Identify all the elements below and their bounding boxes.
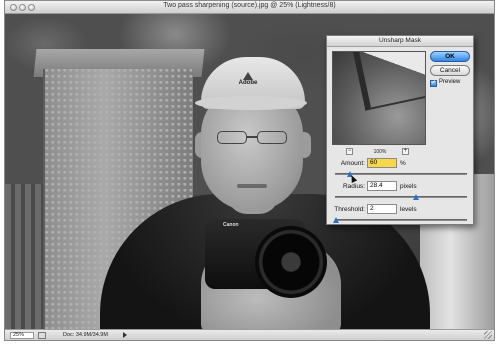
radius-input[interactable]: 28.4: [367, 181, 397, 191]
status-menu-arrow-icon[interactable]: [123, 332, 127, 338]
mouse-cursor-icon: [348, 174, 358, 183]
dialog-title: Unsharp Mask: [379, 37, 421, 44]
glasses-bridge: [247, 136, 257, 138]
resize-grip-icon[interactable]: [484, 331, 492, 339]
background-fence: [5, 184, 45, 331]
zoom-level-field[interactable]: 25%: [10, 332, 34, 339]
document-titlebar[interactable]: Two pass sharpening (source).jpg @ 25% (…: [5, 1, 494, 14]
radius-label: Radius:: [342, 183, 365, 190]
cap-brim: [195, 96, 307, 110]
amount-label: Amount:: [340, 160, 365, 167]
eyeglasses: [217, 131, 289, 145]
threshold-slider-thumb[interactable]: [332, 217, 339, 223]
camera-brand-text: Canon: [223, 222, 239, 228]
unsharp-mask-dialog: Unsharp Mask − 100% + OK Cancel ✓ Preview…: [326, 35, 474, 225]
status-bar: 25% Doc: 34.9M/34.9M: [5, 329, 494, 340]
preview-label: Preview: [439, 79, 461, 85]
cap-logo-text: Adobe: [238, 80, 258, 86]
person-mouth: [237, 184, 267, 188]
glasses-lens-right: [257, 131, 287, 144]
adobe-logo-icon: [243, 72, 253, 80]
amount-unit: %: [400, 160, 406, 167]
glasses-lens-left: [217, 131, 247, 144]
dialog-titlebar[interactable]: Unsharp Mask: [327, 36, 473, 47]
camera-lens: [255, 226, 327, 298]
preview-checkbox[interactable]: ✓: [430, 80, 437, 87]
document-status-icon[interactable]: [38, 332, 46, 339]
preview-zoom-controls: − 100% +: [332, 148, 426, 156]
zoom-out-button[interactable]: −: [346, 148, 353, 155]
threshold-slider[interactable]: [335, 219, 467, 221]
radius-slider-thumb[interactable]: [413, 194, 420, 200]
cancel-button[interactable]: Cancel: [430, 65, 470, 76]
preview-checkbox-row[interactable]: ✓ Preview: [430, 79, 460, 87]
radius-slider[interactable]: [335, 196, 467, 198]
threshold-label: Threshold:: [334, 206, 365, 213]
preview-image-detail: [353, 52, 425, 111]
threshold-input[interactable]: 2: [367, 204, 397, 214]
ok-button[interactable]: OK: [430, 51, 470, 62]
zoom-in-button[interactable]: +: [402, 148, 409, 155]
filter-preview-pane[interactable]: [332, 51, 426, 145]
document-title: Two pass sharpening (source).jpg @ 25% (…: [163, 2, 336, 9]
threshold-unit: levels: [400, 206, 417, 213]
document-size-info: Doc: 34.9M/34.9M: [63, 332, 108, 338]
amount-input[interactable]: 60: [367, 158, 397, 168]
cap-logo: Adobe: [233, 72, 263, 90]
radius-unit: pixels: [400, 183, 417, 190]
preview-zoom-percent: 100%: [373, 149, 387, 155]
